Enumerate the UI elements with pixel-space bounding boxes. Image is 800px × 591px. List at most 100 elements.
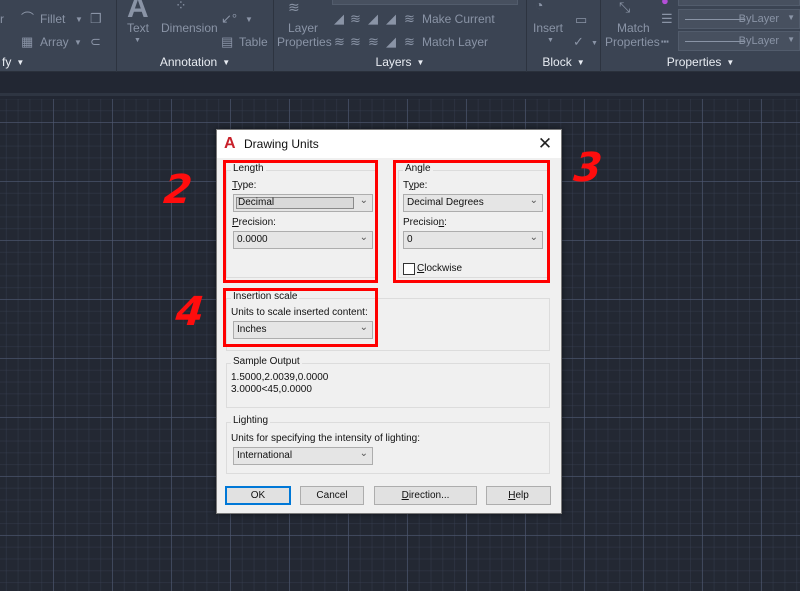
panel-title-modify[interactable]: fy ▼ [0, 54, 116, 72]
lineweight-icon: ☰ [661, 11, 673, 26]
fillet-button[interactable]: Fillet [40, 12, 65, 26]
panel-title-layers[interactable]: Layers ▼ [274, 54, 526, 72]
leader-dropdown-icon[interactable]: ▼ [245, 13, 253, 27]
make-current-icon: ≋ [404, 11, 415, 26]
panel-properties: ⤡ Match Properties ● ☰ ByLayer ▼ ┅ ByLay… [601, 0, 800, 72]
angle-type-label: Type: [403, 180, 427, 191]
length-precision-value: 0.0000 [237, 234, 268, 245]
panel-title-layers-label: Layers [375, 55, 412, 69]
match-properties-icon: ⤡ [619, 0, 631, 15]
layer-unlock-icon[interactable]: ◢ [386, 35, 396, 49]
layer-lock-icon[interactable]: ◢ [386, 12, 396, 26]
layer-isolate-icon[interactable]: ≋ [350, 12, 361, 26]
layer-thaw-icon[interactable]: ≋ [368, 35, 379, 49]
layer-combo[interactable] [332, 0, 518, 5]
angle-type-select[interactable]: Decimal Degrees ⌄ [403, 194, 543, 212]
match-properties-line1[interactable]: Match [617, 21, 650, 35]
annotation-number-3: 3 [571, 145, 605, 191]
box-icon[interactable]: ❒ [90, 12, 102, 26]
panel-expand-icon: ▼ [576, 58, 585, 67]
panel-title-annotation[interactable]: Annotation ▼ [117, 54, 273, 72]
lighting-units-select[interactable]: International ⌄ [233, 447, 373, 465]
match-properties-line2[interactable]: Properties [605, 35, 660, 49]
layer-properties-line1[interactable]: Layer [288, 21, 318, 35]
length-type-label: Type: [232, 180, 256, 191]
angle-precision-label-text: : [444, 217, 447, 228]
panel-annotation: A Text ▼ ⁘ Dimension ↙° ▼ ▤ Table Annota… [117, 0, 274, 72]
lineweight-combo[interactable]: ByLayer ▼ [678, 31, 800, 51]
color-combo[interactable] [678, 0, 800, 6]
sample-output-line1: 1.5000,2.0039,0.0000 [231, 372, 329, 383]
layer-on-icon[interactable]: ≋ [334, 35, 345, 49]
angle-precision-label: Precision: [403, 217, 447, 228]
panel-expand-icon: ▼ [416, 58, 425, 67]
lineweight-value: ByLayer [738, 35, 779, 47]
dialog-title: Drawing Units [244, 137, 319, 151]
insert-button[interactable]: Insert [533, 21, 563, 35]
panel-modify: r ⌒ Fillet ▼ ❒ ▦ Array ▼ ⊂ fy ▼ [0, 0, 117, 72]
array-dropdown-icon[interactable]: ▼ [74, 36, 82, 50]
clockwise-label[interactable]: Clockwise [417, 263, 462, 274]
help-label: elp [515, 490, 529, 501]
dimension-icon: ⁘ [175, 0, 187, 13]
text-button[interactable]: Text [127, 21, 149, 35]
chevron-down-icon: ⌄ [359, 322, 368, 333]
fillet-dropdown-icon[interactable]: ▼ [75, 13, 83, 27]
array-icon: ▦ [21, 34, 34, 49]
angle-precision-label-pre: Precisio [403, 217, 439, 228]
chevron-down-icon: ▼ [787, 35, 795, 44]
table-icon: ▤ [221, 34, 234, 49]
edit-block-dropdown-icon[interactable]: ▼ [591, 37, 598, 51]
leader-icon[interactable]: ↙° [221, 12, 237, 26]
layer-properties-line2[interactable]: Properties [277, 35, 332, 49]
layer-unisolate-icon[interactable]: ≋ [350, 35, 361, 49]
layer-properties-icon: ≋ [288, 0, 300, 15]
chevron-down-icon: ⌄ [529, 195, 538, 206]
chevron-down-icon: ⌄ [529, 232, 538, 243]
edit-block-icon[interactable]: ✓ [573, 35, 584, 49]
length-precision-select[interactable]: 0.0000 ⌄ [233, 231, 373, 249]
text-dropdown-icon[interactable]: ▼ [134, 34, 141, 48]
cancel-button[interactable]: Cancel [300, 486, 364, 505]
panel-title-properties[interactable]: Properties ▼ [601, 54, 800, 72]
panel-title-properties-label: Properties [666, 55, 722, 69]
dialog-titlebar[interactable]: A Drawing Units ✕ [217, 130, 561, 158]
linetype-combo[interactable]: ByLayer ▼ [678, 9, 800, 29]
angle-group-label: Angle [403, 163, 433, 174]
insertion-scale-group-label: Insertion scale [231, 291, 300, 302]
autocad-logo-icon: A [224, 135, 236, 152]
length-precision-label-mnemonic: P [232, 217, 239, 228]
insert-dropdown-icon[interactable]: ▼ [547, 34, 554, 48]
insertion-units-select[interactable]: Inches ⌄ [233, 321, 373, 339]
length-type-label-text: ype: [237, 180, 257, 191]
help-button[interactable]: Help [486, 486, 551, 505]
direction-button[interactable]: Direction... [374, 486, 477, 505]
ribbon: r ⌒ Fillet ▼ ❒ ▦ Array ▼ ⊂ fy ▼ A Text ▼ … [0, 0, 800, 72]
angle-precision-value: 0 [407, 234, 413, 245]
panel-title-block[interactable]: Block ▼ [527, 54, 600, 72]
match-layer-button[interactable]: Match Layer [422, 35, 488, 49]
ok-button[interactable]: OK [225, 486, 291, 505]
create-block-icon[interactable]: ▭ [575, 13, 587, 27]
text-icon: A [127, 0, 149, 24]
close-icon[interactable]: ✕ [535, 134, 555, 154]
insertion-units-label: Units to scale inserted content: [231, 307, 368, 318]
lighting-units-value: International [237, 450, 293, 461]
dimension-button[interactable]: Dimension [161, 21, 218, 35]
layer-off-icon[interactable]: ◢ [334, 12, 344, 26]
make-current-button[interactable]: Make Current [422, 12, 495, 26]
angle-precision-select[interactable]: 0 ⌄ [403, 231, 543, 249]
length-type-select[interactable]: Decimal ⌄ [233, 194, 373, 212]
layer-freeze-icon[interactable]: ◢ [368, 12, 378, 26]
clockwise-checkbox[interactable] [403, 263, 415, 275]
insert-icon: ◔ [535, 0, 544, 13]
offset-icon[interactable]: ⊂ [90, 35, 101, 49]
match-layer-icon: ≋ [404, 34, 415, 49]
length-precision-label-text: recision: [238, 217, 276, 228]
color-wheel-icon[interactable]: ● [661, 0, 669, 8]
insertion-units-value: Inches [237, 324, 267, 335]
table-button[interactable]: Table [239, 35, 268, 49]
chevron-down-icon: ▼ [787, 13, 795, 22]
chevron-down-icon: ⌄ [359, 232, 368, 243]
array-button[interactable]: Array [40, 35, 69, 49]
